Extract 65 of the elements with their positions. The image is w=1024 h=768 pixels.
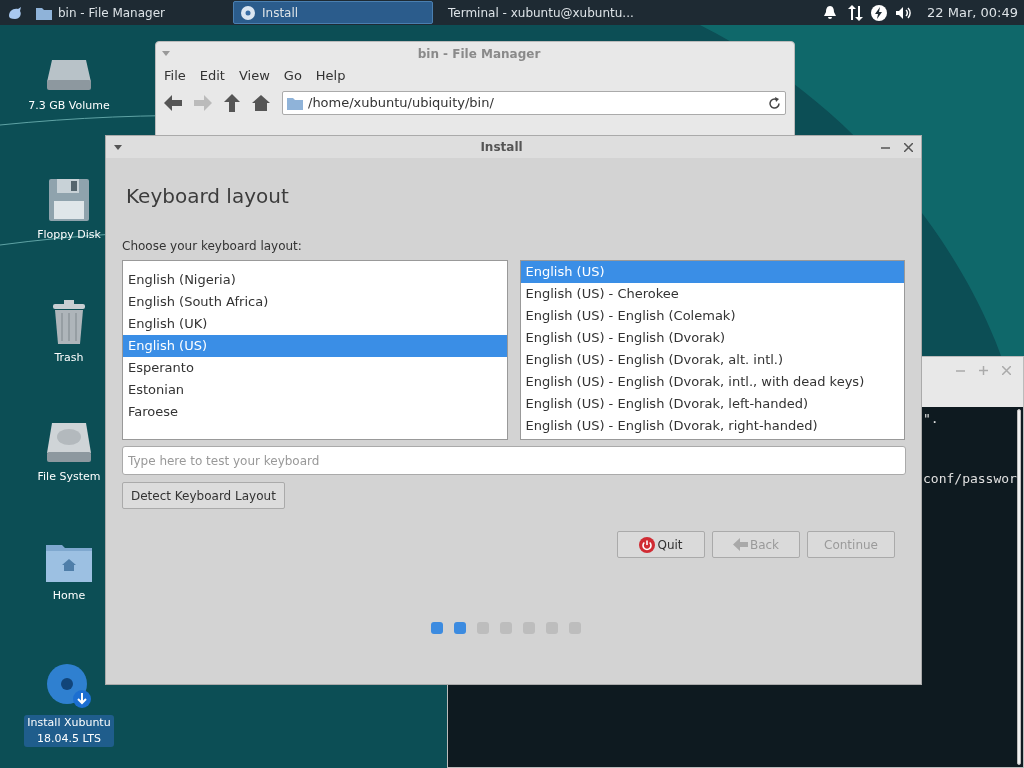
drive-icon: [46, 58, 92, 92]
desktop-icon[interactable]: Floppy Disk: [34, 179, 104, 243]
desktop-icon-label: Trash: [53, 350, 85, 366]
layout-list-item[interactable]: English (US) - English (Dvorak, left-handed): [520, 393, 904, 415]
home-folder-icon: [46, 542, 92, 582]
window-title: Install: [479, 139, 524, 156]
layout-list-item[interactable]: Esperanto: [123, 357, 507, 379]
path-field[interactable]: /home/xubuntu/ubiquity/bin/: [282, 91, 786, 115]
menu-item[interactable]: Go: [283, 66, 302, 86]
layout-list-item[interactable]: English (US) - English (Colemak): [520, 305, 904, 327]
close-icon[interactable]: [904, 142, 913, 152]
folder-icon: [287, 96, 303, 110]
layout-list-item[interactable]: English (Nigeria): [123, 269, 507, 291]
clock[interactable]: 22 Mar, 00:49: [927, 2, 1018, 23]
prompt-label: Choose your keyboard layout:: [122, 238, 303, 255]
menu-item[interactable]: Help: [315, 66, 346, 86]
terminal-text: ".: [923, 410, 940, 428]
desktop-icon[interactable]: Install Xubuntu 18.04.5 LTS: [24, 663, 114, 747]
desktop-icon-label: File System: [36, 469, 102, 485]
reload-icon[interactable]: [768, 96, 781, 110]
layout-list-item[interactable]: Estonian: [123, 379, 507, 401]
desktop-icon[interactable]: 7.3 GB Volume: [25, 58, 113, 114]
taskbar-button[interactable]: Terminal - xubuntu@xubuntu...: [436, 1, 636, 24]
layout-list-item[interactable]: Faroese: [123, 401, 507, 423]
desktop-icon-label: 7.3 GB Volume: [27, 98, 111, 114]
menu-item[interactable]: View: [238, 66, 270, 86]
scrollbar[interactable]: [1016, 409, 1021, 765]
volume-icon[interactable]: [895, 5, 914, 20]
window-title: bin - File Manager: [416, 45, 542, 63]
hard-disk-icon: [46, 421, 92, 463]
back-arrow-icon: [732, 538, 748, 551]
layout-list-item[interactable]: English (US) - English (Dvorak, alt. intl.): [520, 349, 904, 371]
taskbar-button[interactable]: Install: [233, 1, 433, 24]
layout-list-item[interactable]: English (South Africa): [123, 291, 507, 313]
up-arrow-icon[interactable]: [224, 94, 240, 112]
network-arrows-icon[interactable]: [847, 4, 864, 21]
window-menu-icon[interactable]: [114, 144, 122, 150]
layout-list-item[interactable]: English (UK): [123, 313, 507, 335]
detect-layout-button[interactable]: Detect Keyboard Layout: [122, 482, 285, 509]
menu-item[interactable]: File: [164, 66, 186, 86]
page-heading: Keyboard layout: [126, 183, 290, 210]
nav-button[interactable]: Quit: [617, 531, 705, 558]
desktop-icon[interactable]: Home: [46, 542, 92, 604]
layout-list-item[interactable]: English (US) - Cherokee: [520, 283, 904, 305]
layout-list-item[interactable]: English (US) - English (Dvorak, intl., with dead keys): [520, 371, 904, 393]
desktop-icon-label: Floppy Disk: [36, 227, 102, 243]
home-icon[interactable]: [252, 95, 270, 111]
desktop-icon-label: Home: [51, 588, 87, 604]
layout-list-item[interactable]: English (US) - English (Dvorak, right-handed): [520, 415, 904, 437]
desktop-icon[interactable]: Trash: [51, 300, 87, 366]
back-arrow-icon[interactable]: [164, 95, 182, 111]
disc-icon: [240, 4, 256, 21]
trash-icon: [53, 300, 85, 344]
power-bolt-icon[interactable]: [871, 4, 888, 21]
taskbar-button[interactable]: bin - File Manager: [30, 1, 230, 24]
keyboard-test-field[interactable]: Type here to test your keyboard: [122, 446, 906, 475]
folder-icon: [36, 5, 52, 20]
power-icon: [639, 536, 656, 553]
menu-item[interactable]: Edit: [199, 66, 225, 86]
bell-icon[interactable]: [823, 5, 838, 20]
terminal-text: conf/passwor: [923, 469, 1017, 488]
desktop-icon[interactable]: File System: [34, 421, 104, 485]
disc-download-icon: [46, 663, 92, 709]
layout-list-item[interactable]: English (US) - English (Dvorak): [520, 327, 904, 349]
desktop-icon-label: Install Xubuntu 18.04.5 LTS: [24, 715, 114, 747]
